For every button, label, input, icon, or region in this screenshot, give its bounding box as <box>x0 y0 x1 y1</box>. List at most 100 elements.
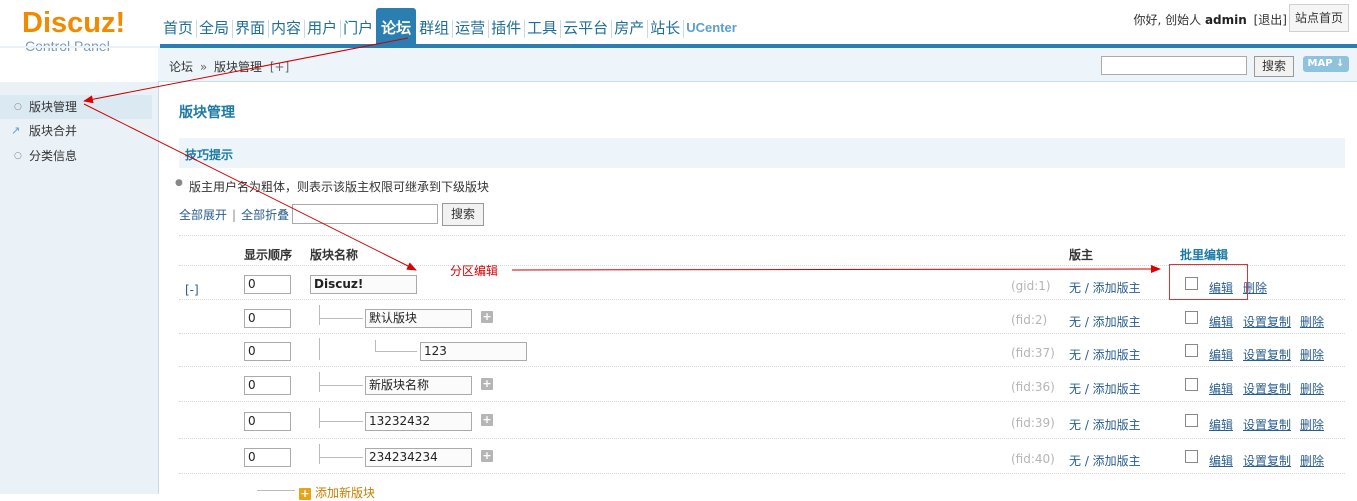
delete-link[interactable]: 删除 <box>1300 452 1324 469</box>
circle-icon: ○ <box>14 102 22 112</box>
add-to-menu-link[interactable]: [+] <box>270 60 289 74</box>
tip-text: ● 版主用户名为粗体，则表示该版主权限可继承到下级版块 <box>175 178 489 195</box>
nav-webmaster[interactable]: 站长 <box>647 8 683 46</box>
breadcrumb-bar: 论坛 » 版块管理 [+] 搜索 MAP ↓ <box>158 48 1357 82</box>
sidebar-item-forum-manage[interactable]: ○ 版块管理 <box>0 95 152 119</box>
nav-interface[interactable]: 界面 <box>232 8 268 46</box>
nav-house[interactable]: 房产 <box>611 8 647 46</box>
edit-link[interactable]: 编辑 <box>1209 380 1233 397</box>
top-search-button[interactable]: 搜索 <box>1254 56 1294 77</box>
divider <box>179 366 1345 367</box>
add-subforum-icon[interactable]: + <box>481 311 493 323</box>
copy-settings-link[interactable]: 设置复制 <box>1243 416 1291 433</box>
forum-id: (fid:36) <box>1011 380 1055 394</box>
nav-plugins[interactable]: 插件 <box>488 8 524 46</box>
user-info: 你好, 创始人 admin [退出] <box>1133 11 1287 28</box>
edit-link[interactable]: 编辑 <box>1209 452 1233 469</box>
add-subforum-icon[interactable]: + <box>481 450 493 462</box>
order-input[interactable]: 0 <box>244 448 291 467</box>
breadcrumb-separator: » <box>199 60 208 74</box>
edit-link[interactable]: 编辑 <box>1209 313 1233 330</box>
nav-home[interactable]: 首页 <box>160 8 196 46</box>
moderators-link[interactable]: 无 / 添加版主 <box>1069 313 1141 330</box>
table-row: 0 新版块名称 + (fid:36) 无 / 添加版主 编辑 设置复制 删除 <box>159 372 1357 410</box>
add-subforum-icon[interactable]: + <box>481 414 493 426</box>
copy-settings-link[interactable]: 设置复制 <box>1243 380 1291 397</box>
site-home-button[interactable]: 站点首页 <box>1289 4 1349 32</box>
order-input[interactable]: 0 <box>244 376 291 395</box>
nav-operations[interactable]: 运营 <box>452 8 488 46</box>
nav-content[interactable]: 内容 <box>268 8 304 46</box>
moderators-link[interactable]: 无 / 添加版主 <box>1069 279 1141 296</box>
batch-checkbox[interactable] <box>1185 378 1198 391</box>
forum-search-input[interactable] <box>292 204 438 224</box>
sidebar-item-label: 版块管理 <box>29 100 78 114</box>
tree-line <box>319 421 363 422</box>
forum-id: (fid:40) <box>1011 452 1055 466</box>
order-input[interactable]: 0 <box>244 275 291 294</box>
copy-settings-link[interactable]: 设置复制 <box>1243 313 1291 330</box>
divider <box>179 235 1345 236</box>
forum-name-input[interactable]: Discuz! <box>310 275 417 294</box>
nav-users[interactable]: 用户 <box>304 8 340 46</box>
forum-search-button[interactable]: 搜索 <box>442 203 484 226</box>
collapse-toggle[interactable]: [-] <box>185 283 199 297</box>
nav-ucenter[interactable]: UCenter <box>683 8 740 46</box>
forum-name-input[interactable]: 123 <box>420 342 527 361</box>
add-new-forum-link[interactable]: + 添加新版块 <box>299 484 375 501</box>
tree-line <box>319 338 320 360</box>
copy-settings-link[interactable]: 设置复制 <box>1243 346 1291 363</box>
divider: | <box>232 208 237 222</box>
nav-tools[interactable]: 工具 <box>524 8 560 46</box>
breadcrumb-current: 版块管理 <box>214 60 263 74</box>
nav-cloud[interactable]: 云平台 <box>560 8 611 46</box>
sidebar-item-forum-merge[interactable]: ↗ 版块合并 <box>0 119 152 143</box>
delete-link[interactable]: 删除 <box>1300 346 1324 363</box>
forum-name-input[interactable]: 默认版块 <box>365 309 472 328</box>
batch-checkbox[interactable] <box>1185 344 1198 357</box>
divider <box>179 473 1345 474</box>
tree-line <box>319 305 320 325</box>
tips-title: 技巧提示 <box>185 148 234 162</box>
order-input[interactable]: 0 <box>244 412 291 431</box>
sidebar-item-label: 版块合并 <box>29 124 78 138</box>
nav-groups[interactable]: 群组 <box>416 8 452 46</box>
forum-name-input[interactable]: 13232432 <box>365 412 472 431</box>
sidebar: ○ 版块管理 ↗ 版块合并 ○ 分类信息 <box>0 82 159 494</box>
expand-all-link[interactable]: 全部展开 <box>179 208 227 222</box>
delete-link[interactable]: 删除 <box>1300 416 1324 433</box>
collapse-all-link[interactable]: 全部折叠 <box>241 208 289 222</box>
forum-name-input[interactable]: 234234234 <box>365 448 472 467</box>
col-batch-edit[interactable]: 批里编辑 <box>1180 246 1228 263</box>
moderators-link[interactable]: 无 / 添加版主 <box>1069 452 1141 469</box>
forum-name-input[interactable]: 新版块名称 <box>365 376 472 395</box>
tree-line <box>257 490 295 491</box>
order-input[interactable]: 0 <box>244 309 291 328</box>
batch-checkbox[interactable] <box>1185 414 1198 427</box>
tree-line <box>319 318 363 319</box>
top-search-input[interactable] <box>1101 56 1247 75</box>
moderators-link[interactable]: 无 / 添加版主 <box>1069 416 1141 433</box>
nav-portal[interactable]: 门户 <box>340 8 376 46</box>
col-moderators: 版主 <box>1069 248 1094 262</box>
edit-link[interactable]: 编辑 <box>1209 416 1233 433</box>
logout-link[interactable]: [退出] <box>1254 13 1287 27</box>
delete-link[interactable]: 删除 <box>1300 380 1324 397</box>
edit-link[interactable]: 编辑 <box>1209 346 1233 363</box>
sidebar-item-thread-types[interactable]: ○ 分类信息 <box>0 144 152 168</box>
batch-checkbox[interactable] <box>1185 311 1198 324</box>
moderators-link[interactable]: 无 / 添加版主 <box>1069 380 1141 397</box>
moderators-link[interactable]: 无 / 添加版主 <box>1069 346 1141 363</box>
divider <box>179 333 1345 334</box>
add-new-forum-label: 添加新版块 <box>315 486 376 500</box>
map-button[interactable]: MAP ↓ <box>1303 56 1349 72</box>
copy-settings-link[interactable]: 设置复制 <box>1243 452 1291 469</box>
nav-forum[interactable]: 论坛 <box>376 8 417 46</box>
forum-id: (fid:2) <box>1011 313 1048 327</box>
order-input[interactable]: 0 <box>244 342 291 361</box>
nav-global[interactable]: 全局 <box>196 8 232 46</box>
delete-link[interactable]: 删除 <box>1300 313 1324 330</box>
breadcrumb-parent[interactable]: 论坛 <box>169 60 193 74</box>
batch-checkbox[interactable] <box>1185 450 1198 463</box>
add-subforum-icon[interactable]: + <box>481 378 493 390</box>
